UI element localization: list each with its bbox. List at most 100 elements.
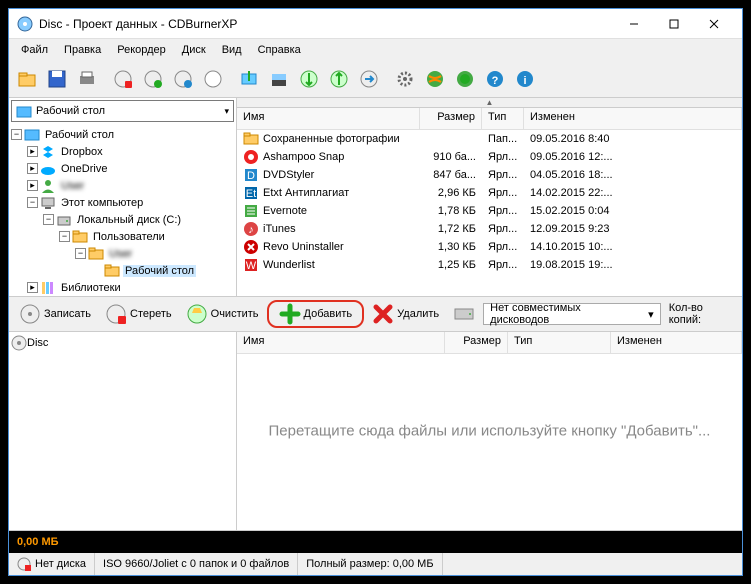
expand-icon[interactable]: − (59, 231, 70, 242)
tb-import2[interactable] (265, 65, 293, 93)
expand-icon[interactable]: ▸ (27, 146, 38, 157)
tb-globe2[interactable] (451, 65, 479, 93)
expand-icon[interactable]: − (75, 248, 86, 259)
disc-root-label: Disc (27, 337, 48, 349)
remove-button[interactable]: Удалить (366, 300, 445, 328)
expand-icon[interactable]: − (11, 129, 22, 140)
file-name: Etxt Антиплагиат (263, 187, 349, 199)
minimize-button[interactable] (614, 10, 654, 38)
tb-open[interactable] (13, 65, 41, 93)
file-row[interactable]: Evernote1,78 КБЯрл...15.02.2015 0:04 (237, 202, 742, 220)
tree-item[interactable]: ▸ OneDrive (11, 160, 234, 177)
file-name: iTunes (263, 223, 296, 235)
file-modified: 04.05.2016 18:... (524, 169, 742, 181)
file-row[interactable]: EtEtxt Антиплагиат2,96 КБЯрл...14.02.201… (237, 184, 742, 202)
file-size: 1,25 КБ (420, 259, 482, 271)
menu-help[interactable]: Справка (250, 42, 309, 58)
tb-import4[interactable] (325, 65, 353, 93)
tree-item[interactable]: Рабочий стол (11, 262, 234, 279)
expand-icon[interactable]: − (27, 197, 38, 208)
tb-globe1[interactable] (421, 65, 449, 93)
menu-view[interactable]: Вид (214, 42, 250, 58)
file-name: Wunderlist (263, 259, 315, 271)
ccol-type[interactable]: Тип (508, 332, 611, 353)
file-type: Пап... (482, 133, 524, 145)
chevron-down-icon: ▾ (224, 106, 229, 117)
clear-button[interactable]: Очистить (180, 300, 265, 328)
tree-item[interactable]: −Рабочий стол (11, 126, 234, 143)
file-row[interactable]: Ashampoo Snap910 ба...Ярл...09.05.2016 1… (237, 148, 742, 166)
current-folder-dropdown[interactable]: Рабочий стол ▾ (11, 100, 234, 122)
tree-item[interactable]: −User (11, 245, 234, 262)
expand-icon[interactable]: ▸ (27, 180, 38, 191)
menu-recorder[interactable]: Рекордер (109, 42, 174, 58)
ccol-name[interactable]: Имя (237, 332, 445, 353)
status-bar: Нет диска ISO 9660/Joliet с 0 папок и 0 … (9, 553, 742, 575)
tb-disc-view[interactable] (169, 65, 197, 93)
disc-root-item[interactable]: Disc (11, 334, 234, 351)
expand-icon[interactable]: ▸ (27, 282, 38, 293)
tb-disc-blank[interactable] (199, 65, 227, 93)
file-size: 910 ба... (420, 151, 482, 163)
menu-edit[interactable]: Правка (56, 42, 109, 58)
tree-item[interactable]: − Пользователи (11, 228, 234, 245)
tb-save[interactable] (43, 65, 71, 93)
add-button[interactable]: Добавить (267, 300, 365, 328)
file-size: 1,30 КБ (420, 241, 482, 253)
erase-button[interactable]: Стереть (99, 300, 178, 328)
app2-icon: D (243, 167, 259, 183)
tb-import3[interactable] (295, 65, 323, 93)
tree-item[interactable]: −Локальный диск (C:) (11, 211, 234, 228)
file-row[interactable]: Revo Uninstaller1,30 КБЯрл...14.10.2015 … (237, 238, 742, 256)
col-modified[interactable]: Изменен (524, 108, 742, 129)
delete-icon (372, 303, 394, 325)
file-type: Ярл... (482, 259, 524, 271)
menu-file[interactable]: Файл (13, 42, 56, 58)
app6-icon (243, 239, 259, 255)
file-size: 1,78 КБ (420, 205, 482, 217)
tb-import1[interactable] (235, 65, 263, 93)
tree-label: Dropbox (59, 146, 105, 158)
tree-item[interactable]: ▸ User (11, 177, 234, 194)
folder-icon (88, 246, 104, 262)
tree-item[interactable]: ▸ Dropbox (11, 143, 234, 160)
svg-text:D: D (247, 170, 255, 182)
tb-about[interactable]: i (511, 65, 539, 93)
tb-import5[interactable] (355, 65, 383, 93)
file-modified: 14.10.2015 10:... (524, 241, 742, 253)
col-name[interactable]: Имя (237, 108, 420, 129)
expand-icon[interactable]: − (43, 214, 54, 225)
file-name: Сохраненные фотографии (263, 133, 400, 145)
drive-select[interactable]: Нет совместимых дисководов▾ (483, 303, 661, 325)
burn-button[interactable]: Записать (13, 300, 97, 328)
file-row[interactable]: WWunderlist1,25 КБЯрл...19.08.2015 19:..… (237, 256, 742, 274)
expand-icon[interactable]: ▸ (27, 163, 38, 174)
ccol-size[interactable]: Размер (445, 332, 508, 353)
tb-settings[interactable] (391, 65, 419, 93)
tree-label: User (59, 180, 86, 192)
menu-disc[interactable]: Диск (174, 42, 214, 58)
folder-tree[interactable]: −Рабочий стол▸Dropbox▸OneDrive▸User−Этот… (9, 124, 236, 296)
file-row[interactable]: Сохраненные фотографии Пап...09.05.2016 8… (237, 130, 742, 148)
maximize-button[interactable] (654, 10, 694, 38)
tree-label: OneDrive (59, 163, 109, 175)
col-size[interactable]: Размер (420, 108, 482, 129)
tree-item[interactable]: −Этот компьютер (11, 194, 234, 211)
close-button[interactable] (694, 10, 734, 38)
tree-item[interactable]: ▸ Библиотеки (11, 279, 234, 296)
file-row[interactable]: DDVDStyler847 ба...Ярл...04.05.2016 18:.… (237, 166, 742, 184)
tb-print[interactable] (73, 65, 101, 93)
file-modified: 09.05.2016 8:40 (524, 133, 742, 145)
app5-icon: ♪ (243, 221, 259, 237)
file-row[interactable]: ♪iTunes1,72 КБЯрл...12.09.2015 9:23 (237, 220, 742, 238)
tree-label: Библиотеки (59, 282, 123, 294)
col-type[interactable]: Тип (482, 108, 524, 129)
ccol-mod[interactable]: Изменен (611, 332, 742, 353)
tb-help[interactable]: ? (481, 65, 509, 93)
file-list[interactable]: Сохраненные фотографии Пап...09.05.2016 8… (237, 130, 742, 296)
tb-disc-add[interactable] (139, 65, 167, 93)
tb-disc-remove[interactable] (109, 65, 137, 93)
file-type: Ярл... (482, 205, 524, 217)
file-size: 847 ба... (420, 169, 482, 181)
tree-label: Пользователи (91, 231, 167, 243)
